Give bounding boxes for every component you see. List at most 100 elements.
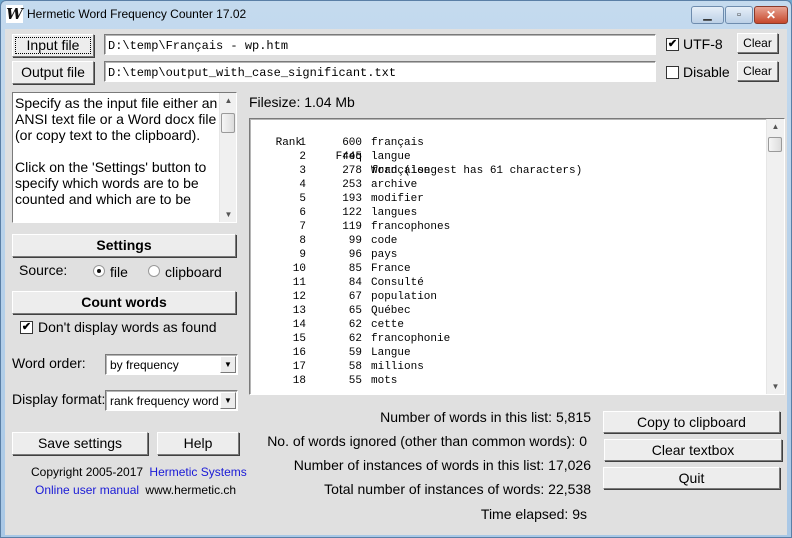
source-file-radio[interactable] — [93, 265, 105, 277]
scroll-thumb[interactable] — [768, 137, 782, 152]
instructions-text: Specify as the input file either an ANSI… — [15, 95, 218, 207]
clear-output-button[interactable]: Clear — [737, 61, 778, 81]
word-cell: langue — [371, 151, 411, 163]
rank-cell: 4 — [299, 179, 306, 191]
app-logo-icon[interactable]: W — [6, 5, 23, 23]
dont-display-label: Don't display words as found — [38, 319, 217, 335]
freq-cell: 119 — [342, 221, 362, 233]
results-scrollbar[interactable]: ▲ ▼ — [766, 119, 784, 394]
scroll-up-icon[interactable]: ▲ — [767, 122, 784, 131]
word-cell: francophones — [371, 221, 451, 233]
word-cell: mots — [371, 375, 398, 387]
result-row: 5 193 modifier — [250, 192, 765, 206]
rank-cell: 11 — [292, 277, 306, 289]
maximize-button[interactable]: ▫ — [725, 6, 753, 24]
word-order-label: Word order: — [12, 355, 86, 371]
word-cell: archive — [371, 179, 418, 191]
word-cell: France — [371, 263, 411, 275]
output-file-button[interactable]: Output file — [12, 61, 94, 84]
words-ignored-stat: No. of words ignored (other than common … — [267, 433, 587, 449]
word-cell: pays — [371, 249, 398, 261]
rank-cell: 10 — [292, 263, 306, 275]
scroll-down-icon[interactable]: ▼ — [220, 210, 236, 219]
result-row: 11 84 Consulté — [250, 276, 765, 290]
clear-input-button[interactable]: Clear — [737, 33, 778, 53]
rank-cell: 17 — [292, 361, 306, 373]
result-row: 2 445 langue — [250, 150, 765, 164]
result-row: 1 600 français — [250, 136, 765, 150]
display-format-select[interactable]: rank frequency word ▼ — [105, 390, 238, 411]
instances-in-list-stat: Number of instances of words in this lis… — [293, 457, 591, 473]
word-cell: langues — [371, 207, 418, 219]
quit-button[interactable]: Quit — [603, 467, 780, 489]
freq-cell: 96 — [348, 249, 362, 261]
close-icon: ✕ — [765, 8, 777, 22]
display-format-label: Display format: — [12, 391, 106, 407]
dont-display-checkbox[interactable]: ✔ — [20, 321, 33, 334]
words-in-list-stat: Number of words in this list: 5,815 — [380, 409, 591, 425]
online-manual-link[interactable]: Online user manual — [35, 483, 139, 497]
instructions-scrollbar[interactable]: ▲ ▼ — [219, 93, 236, 222]
disable-checkbox[interactable] — [666, 66, 679, 79]
freq-cell: 62 — [348, 319, 362, 331]
result-row: 10 85 France — [250, 262, 765, 276]
copy-to-clipboard-button[interactable]: Copy to clipboard — [603, 411, 780, 433]
maximize-icon: ▫ — [737, 9, 741, 21]
rank-cell: 6 — [299, 207, 306, 219]
save-settings-button[interactable]: Save settings — [12, 432, 148, 455]
count-words-button[interactable]: Count words — [12, 291, 236, 314]
copyright-text: Copyright 2005-2017 Hermetic Systems — [31, 465, 247, 479]
rank-cell: 9 — [299, 249, 306, 261]
scroll-down-icon[interactable]: ▼ — [767, 382, 784, 391]
filesize-label: Filesize: 1.04 Mb — [249, 94, 355, 110]
rank-cell: 7 — [299, 221, 306, 233]
rank-cell: 15 — [292, 333, 306, 345]
app-window: W Hermetic Word Frequency Counter 17.02 … — [0, 0, 792, 538]
input-file-button[interactable]: Input file — [12, 34, 94, 57]
input-file-path[interactable]: D:\temp\Français - wp.htm — [104, 34, 656, 55]
freq-cell: 84 — [348, 277, 362, 289]
rank-cell: 13 — [292, 305, 306, 317]
results-textbox[interactable]: Rank Freq Word (longest has 61 character… — [249, 118, 785, 395]
rank-cell: 12 — [292, 291, 306, 303]
scroll-thumb[interactable] — [221, 113, 235, 133]
result-row: 13 65 Québec — [250, 304, 765, 318]
word-cell: modifier — [371, 193, 424, 205]
rank-cell: 14 — [292, 319, 306, 331]
close-button[interactable]: ✕ — [754, 6, 788, 24]
freq-cell: 445 — [342, 151, 362, 163]
freq-cell: 122 — [342, 207, 362, 219]
freq-cell: 193 — [342, 193, 362, 205]
word-order-select[interactable]: by frequency ▼ — [105, 354, 238, 375]
rank-cell: 3 — [299, 165, 306, 177]
word-cell: Langue — [371, 347, 411, 359]
output-file-path[interactable]: D:\temp\output_with_case_significant.txt — [104, 61, 656, 82]
chevron-down-icon[interactable]: ▼ — [220, 392, 236, 409]
source-file-label: file — [110, 264, 128, 280]
word-cell: Consulté — [371, 277, 424, 289]
source-clipboard-radio[interactable] — [148, 265, 160, 277]
word-cell: population — [371, 291, 438, 303]
instructions-textbox[interactable]: Specify as the input file either an ANSI… — [12, 92, 237, 223]
freq-cell: 58 — [348, 361, 362, 373]
settings-button[interactable]: Settings — [12, 234, 236, 257]
result-row: 8 99 code — [250, 234, 765, 248]
word-cell: français — [371, 137, 424, 149]
utf8-label: UTF-8 — [683, 36, 723, 52]
help-button[interactable]: Help — [157, 432, 239, 455]
results-header: Rank Freq Word (longest has 61 character… — [250, 122, 765, 177]
clear-textbox-button[interactable]: Clear textbox — [604, 439, 782, 461]
result-row: 3 278 française — [250, 164, 765, 178]
copyright-label: Copyright 2005-2017 — [31, 465, 144, 479]
hermetic-systems-link[interactable]: Hermetic Systems — [149, 465, 246, 479]
result-row: 9 96 pays — [250, 248, 765, 262]
rank-cell: 16 — [292, 347, 306, 359]
chevron-down-icon[interactable]: ▼ — [220, 356, 236, 373]
minimize-button[interactable]: ▁ — [691, 6, 724, 24]
disable-label: Disable — [683, 64, 730, 80]
utf8-checkbox[interactable]: ✔ — [666, 38, 679, 51]
result-row: 17 58 millions — [250, 360, 765, 374]
freq-cell: 67 — [348, 291, 362, 303]
title-bar[interactable]: W Hermetic Word Frequency Counter 17.02 … — [1, 1, 791, 29]
scroll-up-icon[interactable]: ▲ — [220, 96, 236, 105]
